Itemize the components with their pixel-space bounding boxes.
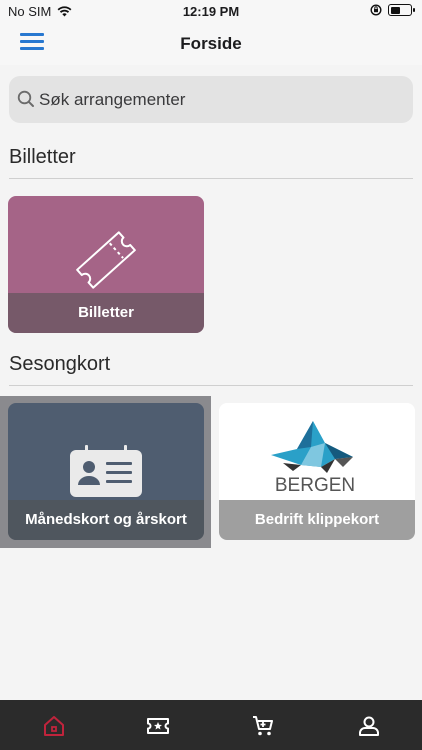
page-title: Forside: [180, 34, 242, 53]
status-time: 12:19 PM: [182, 4, 240, 19]
status-right: [370, 4, 415, 16]
ticket-icon: [76, 231, 136, 289]
section-title-sesongkort: Sesongkort: [9, 353, 111, 375]
status-bar: No SIM 12:19 PM: [0, 0, 422, 22]
search-icon: [17, 90, 34, 107]
section-divider: [9, 178, 413, 179]
logo-text: BERGEN: [275, 475, 355, 496]
search-input[interactable]: [39, 76, 403, 123]
card-bedrift-klippekort[interactable]: BERGEN Bedrift klippekort: [219, 403, 415, 540]
battery-fill: [390, 6, 400, 14]
section-title-billetter: Billetter: [9, 146, 76, 168]
tab-bar: [0, 700, 422, 750]
ticket-star-icon[interactable]: [146, 714, 170, 738]
card-label: Månedskort og årskort: [8, 500, 204, 540]
section-divider: [9, 385, 413, 386]
home-icon[interactable]: [42, 714, 66, 738]
card-manedskort[interactable]: Månedskort og årskort: [8, 403, 204, 540]
card-label: Bedrift klippekort: [219, 500, 415, 540]
bergen-klatresenter-logo: BERGEN: [271, 421, 355, 496]
navigation-bar: Forside: [0, 22, 422, 65]
rotation-lock-icon: [370, 4, 382, 16]
card-billetter[interactable]: Billetter: [8, 196, 204, 333]
profile-icon[interactable]: [357, 714, 381, 738]
card-label: Billetter: [8, 293, 204, 333]
cart-icon[interactable]: [251, 714, 275, 738]
search-bar[interactable]: [9, 76, 413, 123]
id-card-icon: [70, 445, 142, 497]
battery-icon: [388, 4, 415, 16]
